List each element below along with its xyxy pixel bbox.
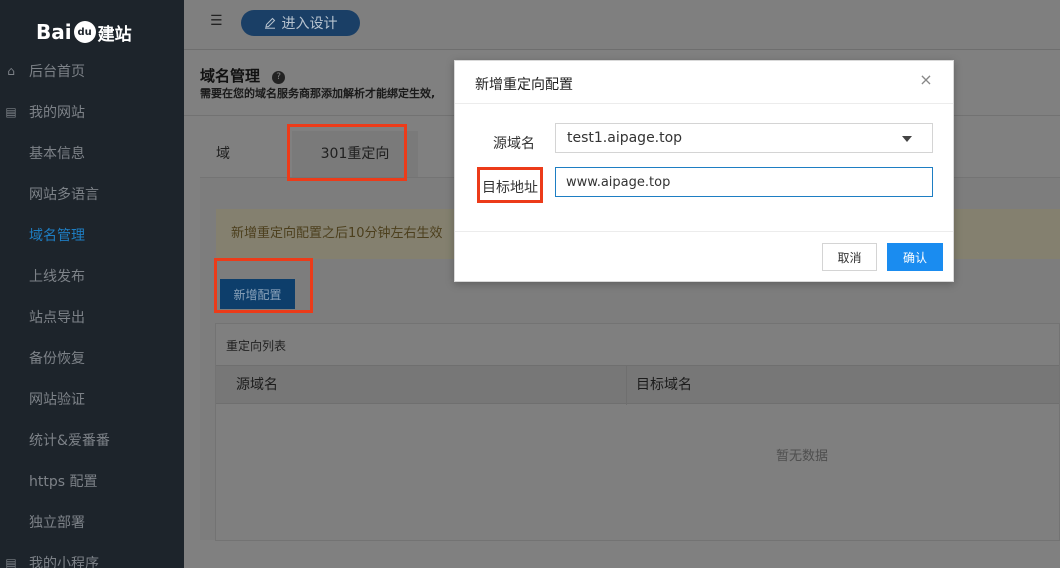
- cancel-button[interactable]: 取消: [822, 243, 877, 271]
- sidebar-item-multilanguage[interactable]: 网站多语言: [0, 173, 184, 214]
- chevron-down-icon: [902, 136, 912, 142]
- sidebar-item-https[interactable]: https 配置: [0, 460, 184, 501]
- add-redirect-dialog: 新增重定向配置 × 源域名 test1.aipage.top 目标地址 取消 确…: [454, 60, 954, 282]
- empty-state: 暂无数据: [776, 449, 829, 464]
- sidebar-item-my-site[interactable]: ▤ 我的网站: [0, 91, 184, 132]
- redirect-list: 重定向列表 源域名 目标域名 暂无数据: [215, 323, 1060, 541]
- sidebar-item-publish[interactable]: 上线发布: [0, 255, 184, 296]
- sidebar-item-label: 基本信息: [29, 145, 85, 162]
- source-domain-value: test1.aipage.top: [567, 130, 683, 146]
- logo-text-latin: Bai: [36, 20, 72, 44]
- dialog-title: 新增重定向配置: [475, 77, 573, 93]
- close-icon[interactable]: ×: [919, 72, 933, 88]
- list-title: 重定向列表: [226, 339, 287, 353]
- edit-icon: [264, 17, 275, 29]
- dialog-header: 新增重定向配置 ×: [455, 61, 953, 104]
- sidebar-item-deploy[interactable]: 独立部署: [0, 501, 184, 542]
- page-title: 域名管理: [200, 67, 261, 85]
- home-icon: ⌂: [7, 63, 15, 78]
- column-source-domain: 源域名: [236, 377, 278, 393]
- sidebar-item-label: 网站验证: [29, 391, 85, 408]
- sidebar-item-label: 网站多语言: [29, 186, 99, 203]
- dialog-footer-divider: [455, 231, 953, 232]
- sidebar-item-verify[interactable]: 网站验证: [0, 378, 184, 419]
- sidebar-item-backup[interactable]: 备份恢复: [0, 337, 184, 378]
- source-domain-select[interactable]: test1.aipage.top: [555, 123, 933, 153]
- tab-301-redirect[interactable]: 301重定向: [292, 131, 418, 177]
- tab-domain-list[interactable]: 域名列表: [216, 131, 230, 300]
- add-config-button[interactable]: 新增配置: [220, 279, 295, 309]
- enter-design-label: 进入设计: [281, 16, 338, 32]
- top-bar: ☰ 进入设计: [184, 0, 1060, 50]
- enter-design-button[interactable]: 进入设计: [241, 10, 360, 36]
- column-divider: [626, 366, 627, 405]
- target-address-label: 目标地址: [482, 180, 538, 196]
- document-icon: ▤: [5, 555, 17, 568]
- confirm-button[interactable]: 确认: [887, 243, 943, 271]
- target-address-input[interactable]: [555, 167, 933, 197]
- sidebar-item-export[interactable]: 站点导出: [0, 296, 184, 337]
- sidebar-item-analytics[interactable]: 统计&爱番番: [0, 419, 184, 460]
- table-header: 源域名 目标域名: [216, 365, 1059, 405]
- sidebar-item-label: 上线发布: [29, 268, 85, 285]
- sidebar-item-label: 站点导出: [29, 309, 85, 326]
- column-target-domain: 目标域名: [636, 377, 692, 393]
- sidebar-item-label: 我的网站: [29, 104, 85, 121]
- paw-icon: du: [73, 21, 96, 43]
- sidebar-item-label: 域名管理: [29, 227, 85, 244]
- sidebar-item-label: https 配置: [29, 473, 98, 490]
- page-title-row: 域名管理 ?: [200, 65, 286, 86]
- sidebar-item-label: 我的小程序: [29, 555, 99, 568]
- page-subtitle: 需要在您的域名服务商那添加解析才能绑定生效,: [200, 87, 436, 100]
- document-icon: ▤: [5, 104, 17, 119]
- sidebar-item-mini-program[interactable]: ▤ 我的小程序: [0, 542, 184, 568]
- logo-text-cn: 建站: [97, 24, 132, 45]
- help-icon[interactable]: ?: [272, 70, 286, 84]
- sidebar-item-label: 备份恢复: [29, 350, 85, 367]
- sidebar-item-label: 独立部署: [29, 514, 85, 531]
- source-domain-label: 源域名: [493, 136, 535, 152]
- sidebar-item-domain-management[interactable]: 域名管理: [0, 214, 184, 255]
- baidu-logo[interactable]: Bai du 建站: [36, 14, 136, 50]
- sidebar-item-home[interactable]: ⌂ 后台首页: [0, 50, 184, 91]
- sidebar-item-label: 统计&爱番番: [29, 432, 110, 449]
- sidebar-item-basic-info[interactable]: 基本信息: [0, 132, 184, 173]
- sidebar: Bai du 建站 ⌂ 后台首页 ▤ 我的网站 基本信息 网站多语言 域名管理 …: [0, 0, 184, 568]
- sidebar-item-label: 后台首页: [29, 63, 85, 80]
- menu-toggle-icon[interactable]: ☰: [210, 14, 224, 28]
